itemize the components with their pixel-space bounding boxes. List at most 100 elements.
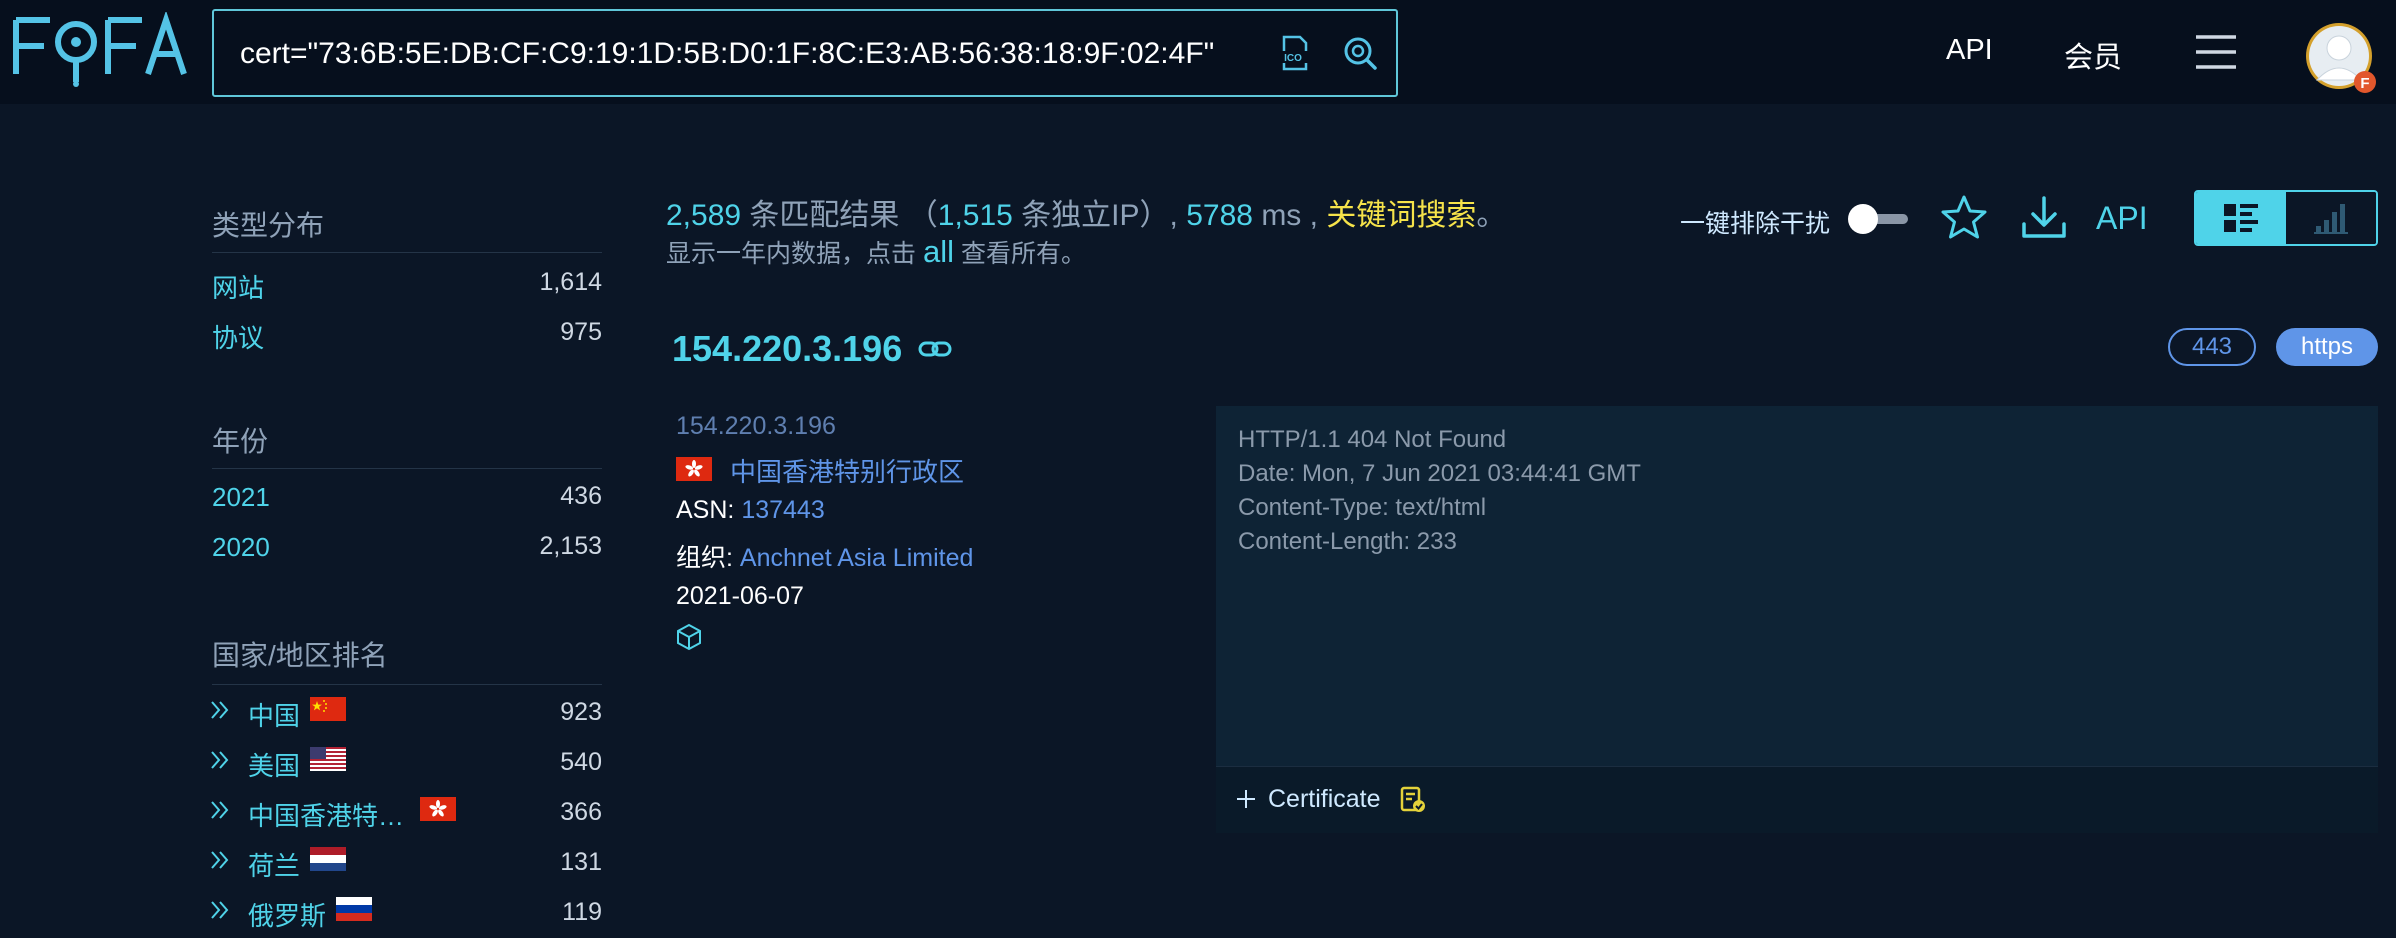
year-count: 2,153 (539, 532, 602, 560)
keyword-search-link[interactable]: 关键词搜索 (1326, 199, 1476, 232)
asn-link[interactable]: 137443 (741, 496, 824, 524)
avatar-icon: F (2306, 23, 2376, 93)
menu-icon (2196, 35, 2236, 69)
certificate-label[interactable]: Certificate (1268, 785, 1381, 814)
country-item-china[interactable]: 中国 (248, 696, 300, 733)
open-paren: （ (907, 199, 938, 232)
star-icon (1941, 195, 1987, 239)
result-ip-title[interactable]: 154.220.3.196 (672, 328, 902, 370)
search-input[interactable] (238, 33, 1242, 75)
country-count: 923 (560, 698, 602, 726)
double-chevron-icon[interactable] (210, 899, 232, 921)
hamburger-menu-button[interactable] (2194, 32, 2238, 72)
type-count: 1,614 (539, 268, 602, 296)
netherlands-flag-icon (310, 847, 346, 871)
country-ranking-title: 国家/地区排名 (212, 640, 388, 671)
double-chevron-icon[interactable] (210, 799, 232, 821)
double-chevron-icon[interactable] (210, 699, 232, 721)
result-asn: ASN: 137443 (676, 496, 825, 525)
time-range-note: 显示一年内数据，点击 all 查看所有。 (666, 234, 1086, 270)
certificate-bar[interactable]: Certificate (1216, 766, 2378, 833)
type-item-website[interactable]: 网站 (212, 268, 264, 305)
list-view-icon (2224, 204, 2258, 232)
result-summary: 2,589 条匹配结果 （1,515 条独立IP）, 5788 ms , 关键词… (666, 190, 1506, 234)
nav-member-link[interactable]: 会员 (2064, 34, 2122, 76)
note-after: 查看所有。 (960, 240, 1086, 268)
year-title: 年份 (212, 426, 269, 457)
country-count: 540 (560, 748, 602, 776)
port-badge[interactable]: 443 (2168, 328, 2256, 366)
note-before: 显示一年内数据，点击 (666, 240, 917, 268)
icon-search-button[interactable]: ICO (1274, 33, 1314, 73)
exclude-noise-label: 一键排除干扰 (1680, 210, 1831, 238)
fofa-logo[interactable] (12, 10, 188, 88)
cube-icon (677, 623, 701, 651)
response-line: HTTP/1.1 404 Not Found (1238, 426, 1507, 453)
search-icon (1344, 37, 1377, 70)
asn-label: ASN: (676, 496, 735, 524)
country-item-hongkong[interactable]: 中国香港特… (248, 796, 404, 833)
double-chevron-icon[interactable] (210, 849, 232, 871)
response-line: Content-Length: 233 (1238, 528, 1457, 555)
user-avatar[interactable]: F (2305, 22, 2377, 94)
china-flag-icon (310, 697, 346, 721)
query-time: 5788 (1186, 199, 1253, 232)
result-region-link[interactable]: 中国香港特别行政区 (730, 452, 964, 489)
divider (212, 468, 602, 469)
ico-icon: ICO (1278, 35, 1308, 71)
link-icon (918, 341, 952, 357)
show-all-link[interactable]: all (923, 234, 954, 269)
response-line: Content-Type: text/html (1238, 494, 1487, 521)
search-button[interactable] (1340, 33, 1380, 73)
period: 。 (1476, 199, 1507, 232)
protocol-badge[interactable]: https (2276, 328, 2378, 366)
type-count: 975 (560, 318, 602, 346)
nav-api-link[interactable]: API (1946, 34, 1993, 67)
unique-ip-count: 1,515 (937, 199, 1013, 232)
divider (212, 252, 602, 253)
search-bar: ICO (212, 9, 1398, 97)
result-ip-subtitle[interactable]: 154.220.3.196 (676, 412, 836, 441)
view-mode-switch (2194, 190, 2378, 246)
divider (212, 684, 602, 685)
list-view-button[interactable] (2196, 192, 2286, 244)
country-item-netherlands[interactable]: 荷兰 (248, 846, 300, 883)
russia-flag-icon (336, 897, 372, 921)
hongkong-flag-icon (676, 457, 712, 481)
type-distribution-title: 类型分布 (212, 210, 325, 241)
year-item-2021[interactable]: 2021 (212, 482, 270, 513)
org-link[interactable]: Anchnet Asia Limited (740, 544, 973, 572)
toggle-knob (1848, 204, 1878, 234)
avatar-badge: F (2360, 75, 2369, 92)
exclude-noise-toggle[interactable] (1848, 204, 1910, 234)
match-count: 2,589 (666, 199, 742, 232)
response-line: Date: Mon, 7 Jun 2021 03:44:41 GMT (1238, 460, 1641, 487)
chart-view-button[interactable] (2286, 192, 2376, 244)
time-unit: ms , (1261, 199, 1318, 232)
download-button[interactable] (2018, 192, 2070, 244)
download-icon (2022, 196, 2066, 238)
country-item-usa[interactable]: 美国 (248, 746, 300, 783)
fofa-logo-graphic (13, 10, 187, 87)
double-chevron-icon[interactable] (210, 749, 232, 771)
chart-view-icon (2314, 204, 2348, 234)
product-info-button[interactable] (674, 622, 704, 652)
country-count: 366 (560, 798, 602, 826)
year-item-2020[interactable]: 2020 (212, 532, 270, 563)
country-count: 131 (560, 848, 602, 876)
api-button[interactable]: API (2096, 200, 2148, 237)
country-item-russia[interactable]: 俄罗斯 (248, 896, 326, 933)
open-link-button[interactable] (918, 338, 952, 360)
expand-plus-icon[interactable] (1234, 787, 1258, 811)
favorite-button[interactable] (1938, 192, 1990, 244)
hongkong-flag-icon (420, 797, 456, 821)
certificate-icon[interactable] (1398, 785, 1428, 815)
result-date: 2021-06-07 (676, 582, 804, 610)
unique-ip-label: 条独立IP）, (1021, 199, 1178, 232)
result-org: 组织: Anchnet Asia Limited (676, 538, 973, 574)
type-item-protocol[interactable]: 协议 (212, 318, 264, 355)
match-label: 条匹配结果 (749, 199, 900, 232)
svg-text:ICO: ICO (1284, 53, 1302, 64)
usa-flag-icon (310, 747, 346, 771)
country-count: 119 (562, 898, 602, 926)
